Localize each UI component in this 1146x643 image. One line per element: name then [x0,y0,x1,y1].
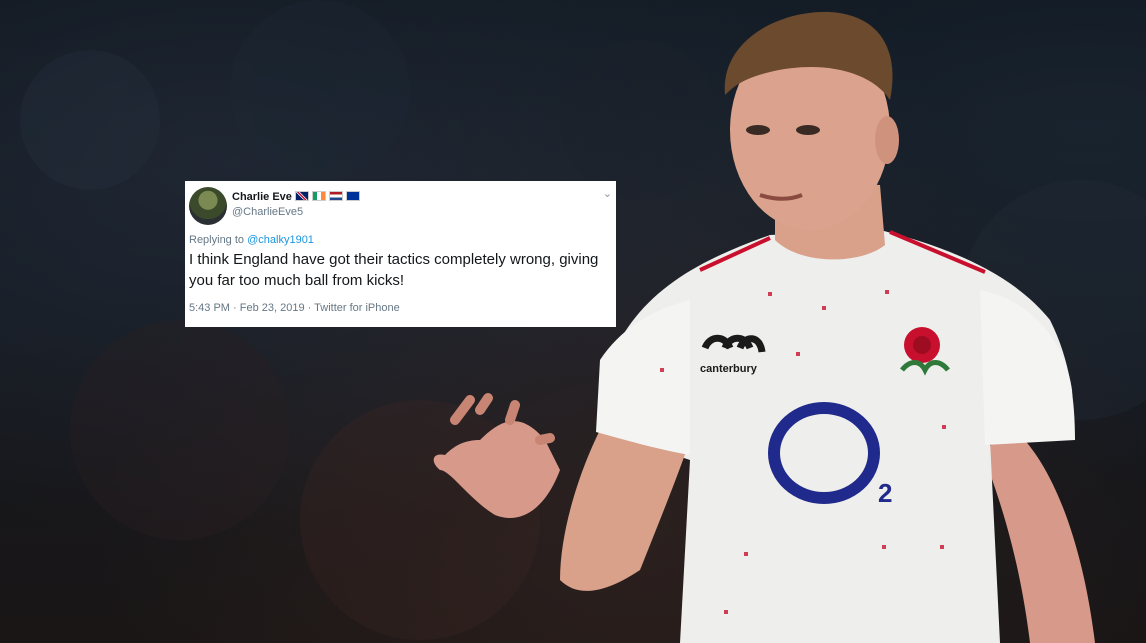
replied-user-link[interactable]: @chalky1901 [247,234,314,246]
svg-text:2: 2 [878,478,892,508]
author-name[interactable]: Charlie Eve [232,191,292,203]
tweet-timestamp[interactable]: 5:43 PM · Feb 23, 2019 · Twitter for iPh… [189,302,400,314]
replying-to: Replying to @chalky1901 [189,234,314,246]
replying-prefix: Replying to [189,234,245,246]
eu-flag-icon [346,191,360,201]
svg-text:canterbury: canterbury [700,363,758,375]
user-avatar[interactable] [189,187,227,225]
ireland-flag-icon [312,191,326,201]
flag-emojis [295,191,360,201]
author-handle[interactable]: @CharlieEve5 [232,206,303,218]
chevron-down-icon[interactable]: ⌄ [603,187,612,200]
netherlands-flag-icon [329,191,343,201]
tweet-card[interactable]: Charlie Eve @CharlieEve5 ⌄ Replying to @… [185,181,616,327]
tweet-text: I think England have got their tactics c… [189,251,599,289]
uk-flag-icon [295,191,309,201]
